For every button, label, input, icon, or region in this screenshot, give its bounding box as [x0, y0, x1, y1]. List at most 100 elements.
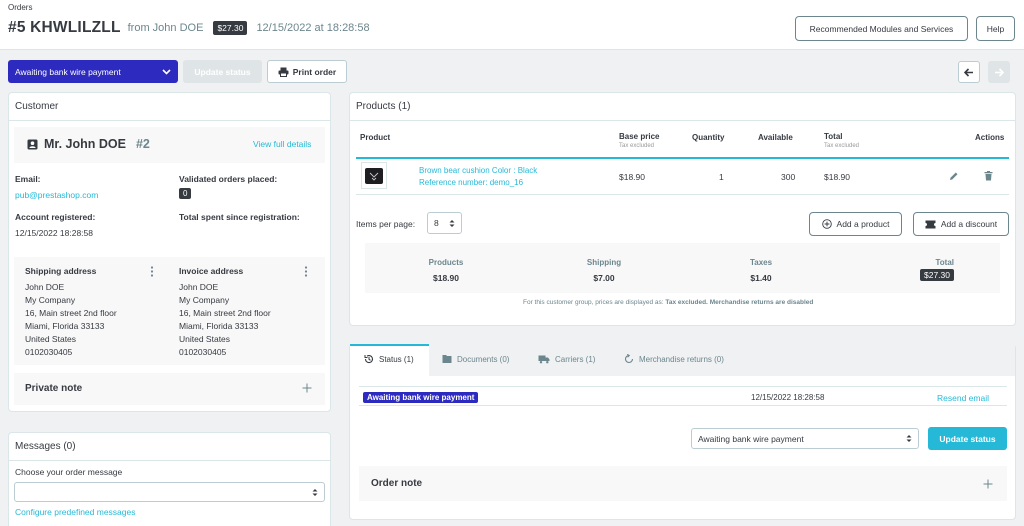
customer-card-title: Customer: [9, 93, 330, 121]
configure-messages-link[interactable]: Configure predefined messages: [15, 507, 136, 517]
summary-products-label: Products: [428, 258, 464, 267]
product-base-price: $18.90: [619, 172, 645, 182]
customer-name: Mr. John DOE #2: [27, 137, 150, 151]
address-line: United States: [179, 334, 231, 344]
address-line: Miami, Florida 33133: [25, 321, 105, 331]
shipping-address-title: Shipping address: [25, 266, 97, 276]
order-status-select[interactable]: Awaiting bank wire payment: [8, 60, 178, 83]
history-bottom-divider: [359, 405, 1007, 406]
shipping-address-menu-icon[interactable]: [150, 266, 154, 277]
order-reference: #5 KHWLILZLL: [8, 19, 121, 36]
tab-status-label: Status (1): [379, 354, 414, 364]
update-status-button[interactable]: Update status: [183, 60, 262, 83]
items-per-page-select[interactable]: 8: [427, 212, 462, 234]
summary-shipping: Shipping $7.00: [568, 258, 640, 283]
col-base-price-label: Base price: [619, 132, 660, 141]
sort-icon: [906, 434, 912, 443]
summary-products-value: $18.90: [433, 273, 459, 283]
add-discount-button[interactable]: Add a discount: [913, 212, 1009, 236]
summary-shipping-value: $7.00: [593, 273, 615, 283]
address-line: 0102030405: [25, 347, 73, 357]
summary-total: Total $27.30: [882, 258, 954, 281]
sort-icon: [312, 488, 318, 497]
ticket-icon: [925, 220, 936, 229]
next-order-button[interactable]: [988, 61, 1010, 83]
file-icon: [442, 354, 452, 364]
print-order-button[interactable]: Print order: [267, 60, 347, 83]
validated-orders-label: Validated orders placed:: [179, 174, 278, 184]
address-line: Miami, Florida 33133: [179, 321, 259, 331]
delete-icon[interactable]: [984, 171, 993, 181]
view-full-details-link[interactable]: View full details: [253, 139, 311, 149]
products-card-title: Products (1): [350, 93, 1015, 121]
plus-icon[interactable]: [302, 383, 312, 393]
update-status-submit-button[interactable]: Update status: [928, 427, 1007, 450]
tab-documents-label: Documents (0): [457, 354, 510, 364]
address-line: John DOE: [179, 282, 219, 292]
product-reference: Reference number: demo_16: [419, 178, 524, 187]
summary-products: Products $18.90: [410, 258, 482, 283]
summary-taxes-value: $1.40: [750, 273, 772, 283]
items-per-page-label: Items per page:: [356, 219, 416, 229]
order-date: 12/15/2022 at 18:28:58: [256, 22, 370, 34]
col-available: Available: [758, 133, 793, 142]
price-note-prefix: For this customer group, prices are disp…: [523, 299, 664, 306]
col-total-label: Total: [824, 132, 843, 141]
add-product-label: Add a product: [836, 219, 890, 229]
email-link[interactable]: pub@prestashop.com: [15, 190, 98, 200]
col-base-price: Base price Tax excluded: [619, 132, 659, 149]
address-line: 16, Main street 2nd floor: [179, 308, 271, 318]
tab-documents[interactable]: Documents (0): [442, 354, 509, 364]
order-note-title: Order note: [371, 478, 423, 489]
tab-carriers-label: Carriers (1): [555, 354, 596, 364]
history-top-divider: [359, 386, 1007, 387]
summary-taxes-label: Taxes: [749, 258, 773, 267]
summary-total-label: Total: [935, 258, 954, 267]
email-label: Email:: [15, 174, 41, 184]
arrow-right-icon: [994, 67, 1004, 77]
new-status-select[interactable]: Awaiting bank wire payment: [691, 428, 919, 449]
invoice-address-title: Invoice address: [179, 266, 244, 276]
table-header-divider: [356, 157, 1009, 159]
address-line: John DOE: [25, 282, 65, 292]
history-status-badge: Awaiting bank wire payment: [363, 392, 479, 403]
col-total-sub: Tax excluded: [824, 143, 860, 149]
add-product-button[interactable]: Add a product: [809, 212, 902, 236]
plus-circle-icon: [821, 219, 832, 229]
recommended-modules-button[interactable]: Recommended Modules and Services: [795, 16, 968, 41]
resend-email-link[interactable]: Resend email: [937, 393, 989, 403]
user-card-icon: [27, 139, 38, 150]
row-divider: [356, 194, 1009, 195]
invoice-address-menu-icon[interactable]: [304, 266, 308, 277]
chevron-down-icon: [162, 68, 171, 75]
account-registered-label: Account registered:: [15, 212, 96, 222]
tab-carriers[interactable]: Carriers (1): [538, 354, 595, 364]
col-total: Total Tax excluded: [824, 132, 859, 149]
col-product: Product: [360, 133, 391, 142]
customer-id: #2: [135, 137, 150, 151]
history-date: 12/15/2022 18:28:58: [751, 393, 825, 402]
product-name-link[interactable]: Brown bear cushion Color : Black: [419, 166, 537, 175]
items-per-page-value: 8: [434, 218, 439, 228]
order-note-section[interactable]: [359, 466, 1007, 501]
tab-status[interactable]: Status (1): [364, 354, 414, 364]
messages-card-title: Messages (0): [9, 433, 330, 461]
choose-message-label: Choose your order message: [15, 467, 123, 477]
address-line: 0102030405: [179, 347, 227, 357]
validated-orders-count: 0: [179, 188, 192, 199]
address-line: My Company: [25, 295, 76, 305]
breadcrumb[interactable]: Orders: [8, 3, 32, 12]
price-display-note: For this customer group, prices are disp…: [523, 299, 813, 306]
summary-taxes: Taxes $1.40: [725, 258, 797, 283]
plus-icon[interactable]: [983, 479, 993, 489]
edit-icon[interactable]: [949, 171, 959, 181]
order-message-select[interactable]: [14, 482, 325, 502]
new-status-value: Awaiting bank wire payment: [698, 433, 804, 444]
print-order-label: Print order: [292, 66, 337, 77]
previous-order-button[interactable]: [958, 61, 980, 83]
invoice-address-lines: John DOE My Company 16, Main street 2nd …: [179, 281, 271, 359]
tab-merchandise-returns[interactable]: Merchandise returns (0): [624, 354, 724, 364]
help-button[interactable]: Help: [976, 16, 1015, 41]
address-line: United States: [25, 334, 77, 344]
col-actions: Actions: [975, 133, 1005, 142]
